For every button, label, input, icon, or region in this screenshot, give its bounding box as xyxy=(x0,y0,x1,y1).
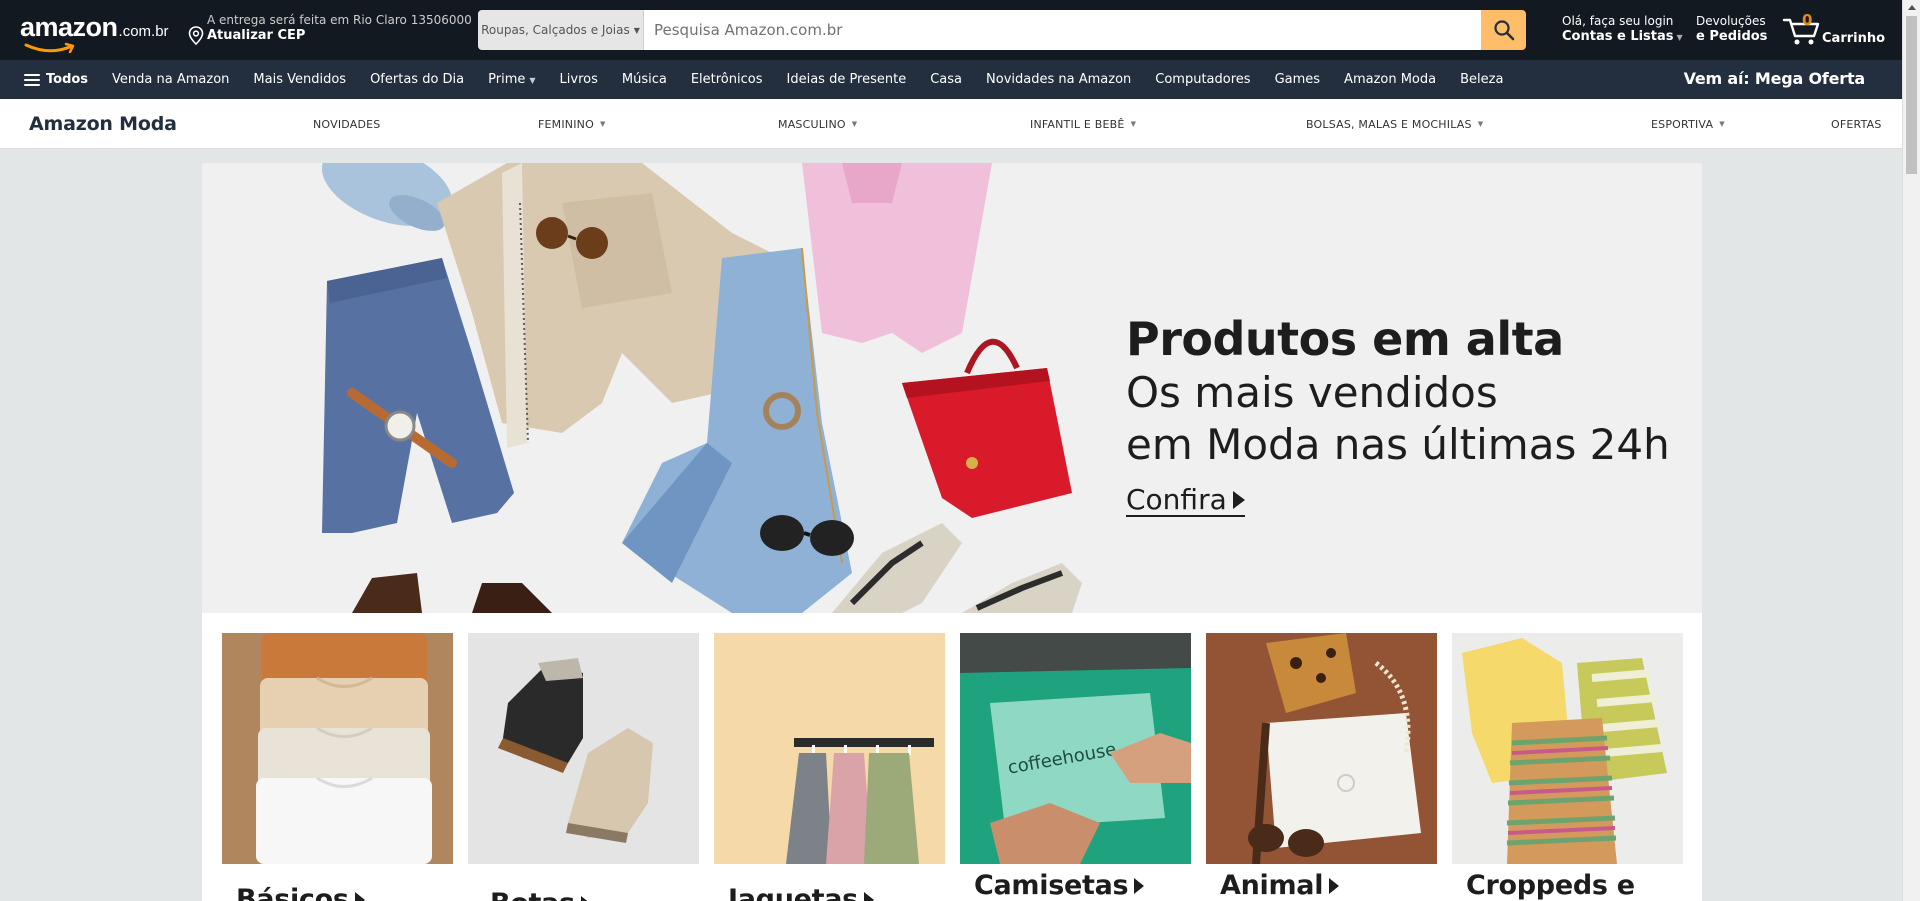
logo-tld: .com.br xyxy=(118,23,169,40)
smile-arrow-icon xyxy=(24,42,75,54)
hero-text: Produtos em alta Os mais vendidos em Mod… xyxy=(1126,311,1670,517)
account-menu[interactable]: Olá, faça seu login Contas e Listas ▼ xyxy=(1562,14,1683,47)
nav-item-ofertas-do-dia[interactable]: Ofertas do Dia xyxy=(370,72,464,87)
search-icon xyxy=(1493,20,1514,41)
search-button[interactable] xyxy=(1481,10,1526,50)
nav-item-casa[interactable]: Casa xyxy=(930,72,962,87)
chevron-down-icon: ▼ xyxy=(1477,120,1484,128)
subnav-masculino[interactable]: MASCULINO ▼ xyxy=(778,118,857,131)
hero-subtitle-line2: em Moda nas últimas 24h xyxy=(1126,420,1670,469)
category-image-animal xyxy=(1206,633,1437,865)
scroll-up-arrow-icon[interactable] xyxy=(1908,5,1916,10)
category-cards: Básicos Botas xyxy=(202,613,1702,901)
category-label-basicos: Básicos xyxy=(236,884,467,901)
subnav-ofertas[interactable]: OFERTAS xyxy=(1831,118,1882,131)
logo-word: amazon xyxy=(20,12,118,42)
amazon-logo[interactable]: amazon .com.br xyxy=(20,12,169,54)
nav-item-venda[interactable]: Venda na Amazon xyxy=(112,72,229,87)
cart-label: Carrinho xyxy=(1822,31,1886,46)
search-department-select[interactable]: Roupas, Calçados e Joias ▼ xyxy=(478,10,644,50)
orders-label: e Pedidos xyxy=(1696,29,1768,44)
subnav-bolsas[interactable]: BOLSAS, MALAS E MOCHILAS ▼ xyxy=(1306,118,1483,131)
nav-item-livros[interactable]: Livros xyxy=(560,72,598,87)
hero-fashion-image xyxy=(321,163,1082,613)
category-card-botas[interactable]: Botas xyxy=(468,633,699,901)
returns-label: Devoluções xyxy=(1696,14,1766,28)
search-bar: Roupas, Calçados e Joias ▼ xyxy=(478,10,1526,50)
hero-banner[interactable]: Produtos em alta Os mais vendidos em Mod… xyxy=(202,163,1702,613)
nav-item-prime[interactable]: Prime ▼ xyxy=(488,72,535,87)
all-menu-label: Todos xyxy=(46,72,89,87)
hero-title: Produtos em alta xyxy=(1126,312,1564,366)
category-card-animal[interactable]: Animal xyxy=(1206,633,1437,901)
subnav-esportiva[interactable]: ESPORTIVA ▼ xyxy=(1651,118,1725,131)
subnav-infantil[interactable]: INFANTIL E BEBÊ ▼ xyxy=(1030,118,1136,131)
chevron-down-icon: ▼ xyxy=(529,76,536,85)
nav-item-eletronicos[interactable]: Eletrônicos xyxy=(691,72,763,87)
cart-icon: 0 xyxy=(1782,11,1822,46)
cart-count: 0 xyxy=(1802,11,1813,29)
delivery-text: A entrega será feita em Rio Claro 135060… xyxy=(207,13,472,27)
arrow-right-icon xyxy=(580,895,591,901)
arrow-right-icon xyxy=(1134,877,1145,894)
arrow-right-icon xyxy=(354,891,365,901)
chevron-down-icon: ▼ xyxy=(599,120,606,128)
search-input[interactable] xyxy=(644,10,1481,50)
category-label-camisetas: Camisetas xyxy=(974,870,1205,901)
hamburger-icon xyxy=(24,71,40,89)
update-zip-link[interactable]: Atualizar CEP xyxy=(207,28,472,44)
moda-subnav: Amazon Moda NOVIDADES FEMININO ▼ MASCULIN… xyxy=(0,99,1902,149)
category-card-jaquetas[interactable]: Jaquetas xyxy=(714,633,945,901)
nav-item-amazon-moda[interactable]: Amazon Moda xyxy=(1344,72,1436,87)
category-image-botas xyxy=(468,633,699,864)
category-label-croppeds: Croppeds e xyxy=(1466,870,1635,901)
nav-item-games[interactable]: Games xyxy=(1275,72,1320,87)
nav-item-computadores[interactable]: Computadores xyxy=(1155,72,1250,87)
chevron-down-icon: ▼ xyxy=(1130,120,1137,128)
search-department-label: Roupas, Calçados e Joias xyxy=(481,23,630,37)
hero-cta-label: Confira xyxy=(1126,483,1227,516)
hero-subtitle-line1: Os mais vendidos xyxy=(1126,368,1498,417)
category-image-camisetas: coffeehouse xyxy=(960,633,1191,864)
subnav-feminino[interactable]: FEMININO ▼ xyxy=(538,118,606,131)
arrow-right-icon xyxy=(1329,877,1340,894)
category-image-jaquetas xyxy=(714,633,945,864)
nav-item-beleza[interactable]: Beleza xyxy=(1460,72,1503,87)
promo-banner-link[interactable]: Vem aí: Mega Oferta xyxy=(1684,69,1866,88)
category-label-animal: Animal xyxy=(1220,870,1451,901)
category-card-camisetas[interactable]: coffeehouse Camisetas xyxy=(960,633,1191,901)
arrow-right-icon xyxy=(863,891,874,901)
returns-orders[interactable]: Devoluções e Pedidos xyxy=(1696,14,1767,46)
moda-brand-title[interactable]: Amazon Moda xyxy=(29,113,177,135)
hero-cta-link[interactable]: Confira xyxy=(1126,485,1245,517)
account-lists-label: Contas e Listas ▼ xyxy=(1562,29,1683,44)
nav-item-novidades[interactable]: Novidades na Amazon xyxy=(986,72,1131,87)
category-label-jaquetas: Jaquetas xyxy=(728,884,959,901)
chevron-down-icon: ▼ xyxy=(1676,33,1683,42)
nav-item-ideias-de-presente[interactable]: Ideias de Presente xyxy=(787,72,907,87)
nav-item-mais-vendidos[interactable]: Mais Vendidos xyxy=(253,72,346,87)
chevron-down-icon: ▼ xyxy=(1719,120,1725,128)
category-label-botas: Botas xyxy=(490,888,721,901)
main-nav: Todos Venda na Amazon Mais Vendidos Ofer… xyxy=(0,60,1902,99)
page-content: Produtos em alta Os mais vendidos em Mod… xyxy=(18,163,1884,901)
category-image-croppeds xyxy=(1452,633,1683,864)
all-menu-button[interactable]: Todos xyxy=(24,71,88,89)
top-header: amazon .com.br A entrega será feita em R… xyxy=(0,0,1902,60)
account-greeting: Olá, faça seu login xyxy=(1562,14,1674,28)
category-image-basicos xyxy=(222,633,453,864)
location-pin-icon xyxy=(188,26,204,46)
chevron-down-icon: ▼ xyxy=(851,120,858,128)
delivery-location[interactable]: A entrega será feita em Rio Claro 135060… xyxy=(188,13,472,46)
category-card-basicos[interactable]: Básicos xyxy=(222,633,453,901)
subnav-novidades[interactable]: NOVIDADES xyxy=(313,118,380,131)
arrow-right-icon xyxy=(1232,491,1245,509)
cart-button[interactable]: 0 Carrinho xyxy=(1782,10,1885,46)
chevron-down-icon: ▼ xyxy=(633,25,640,35)
category-card-croppeds[interactable]: Croppeds e xyxy=(1452,633,1683,901)
scrollbar-thumb[interactable] xyxy=(1906,16,1917,174)
nav-item-musica[interactable]: Música xyxy=(622,72,667,87)
page-scrollbar[interactable] xyxy=(1902,0,1920,901)
